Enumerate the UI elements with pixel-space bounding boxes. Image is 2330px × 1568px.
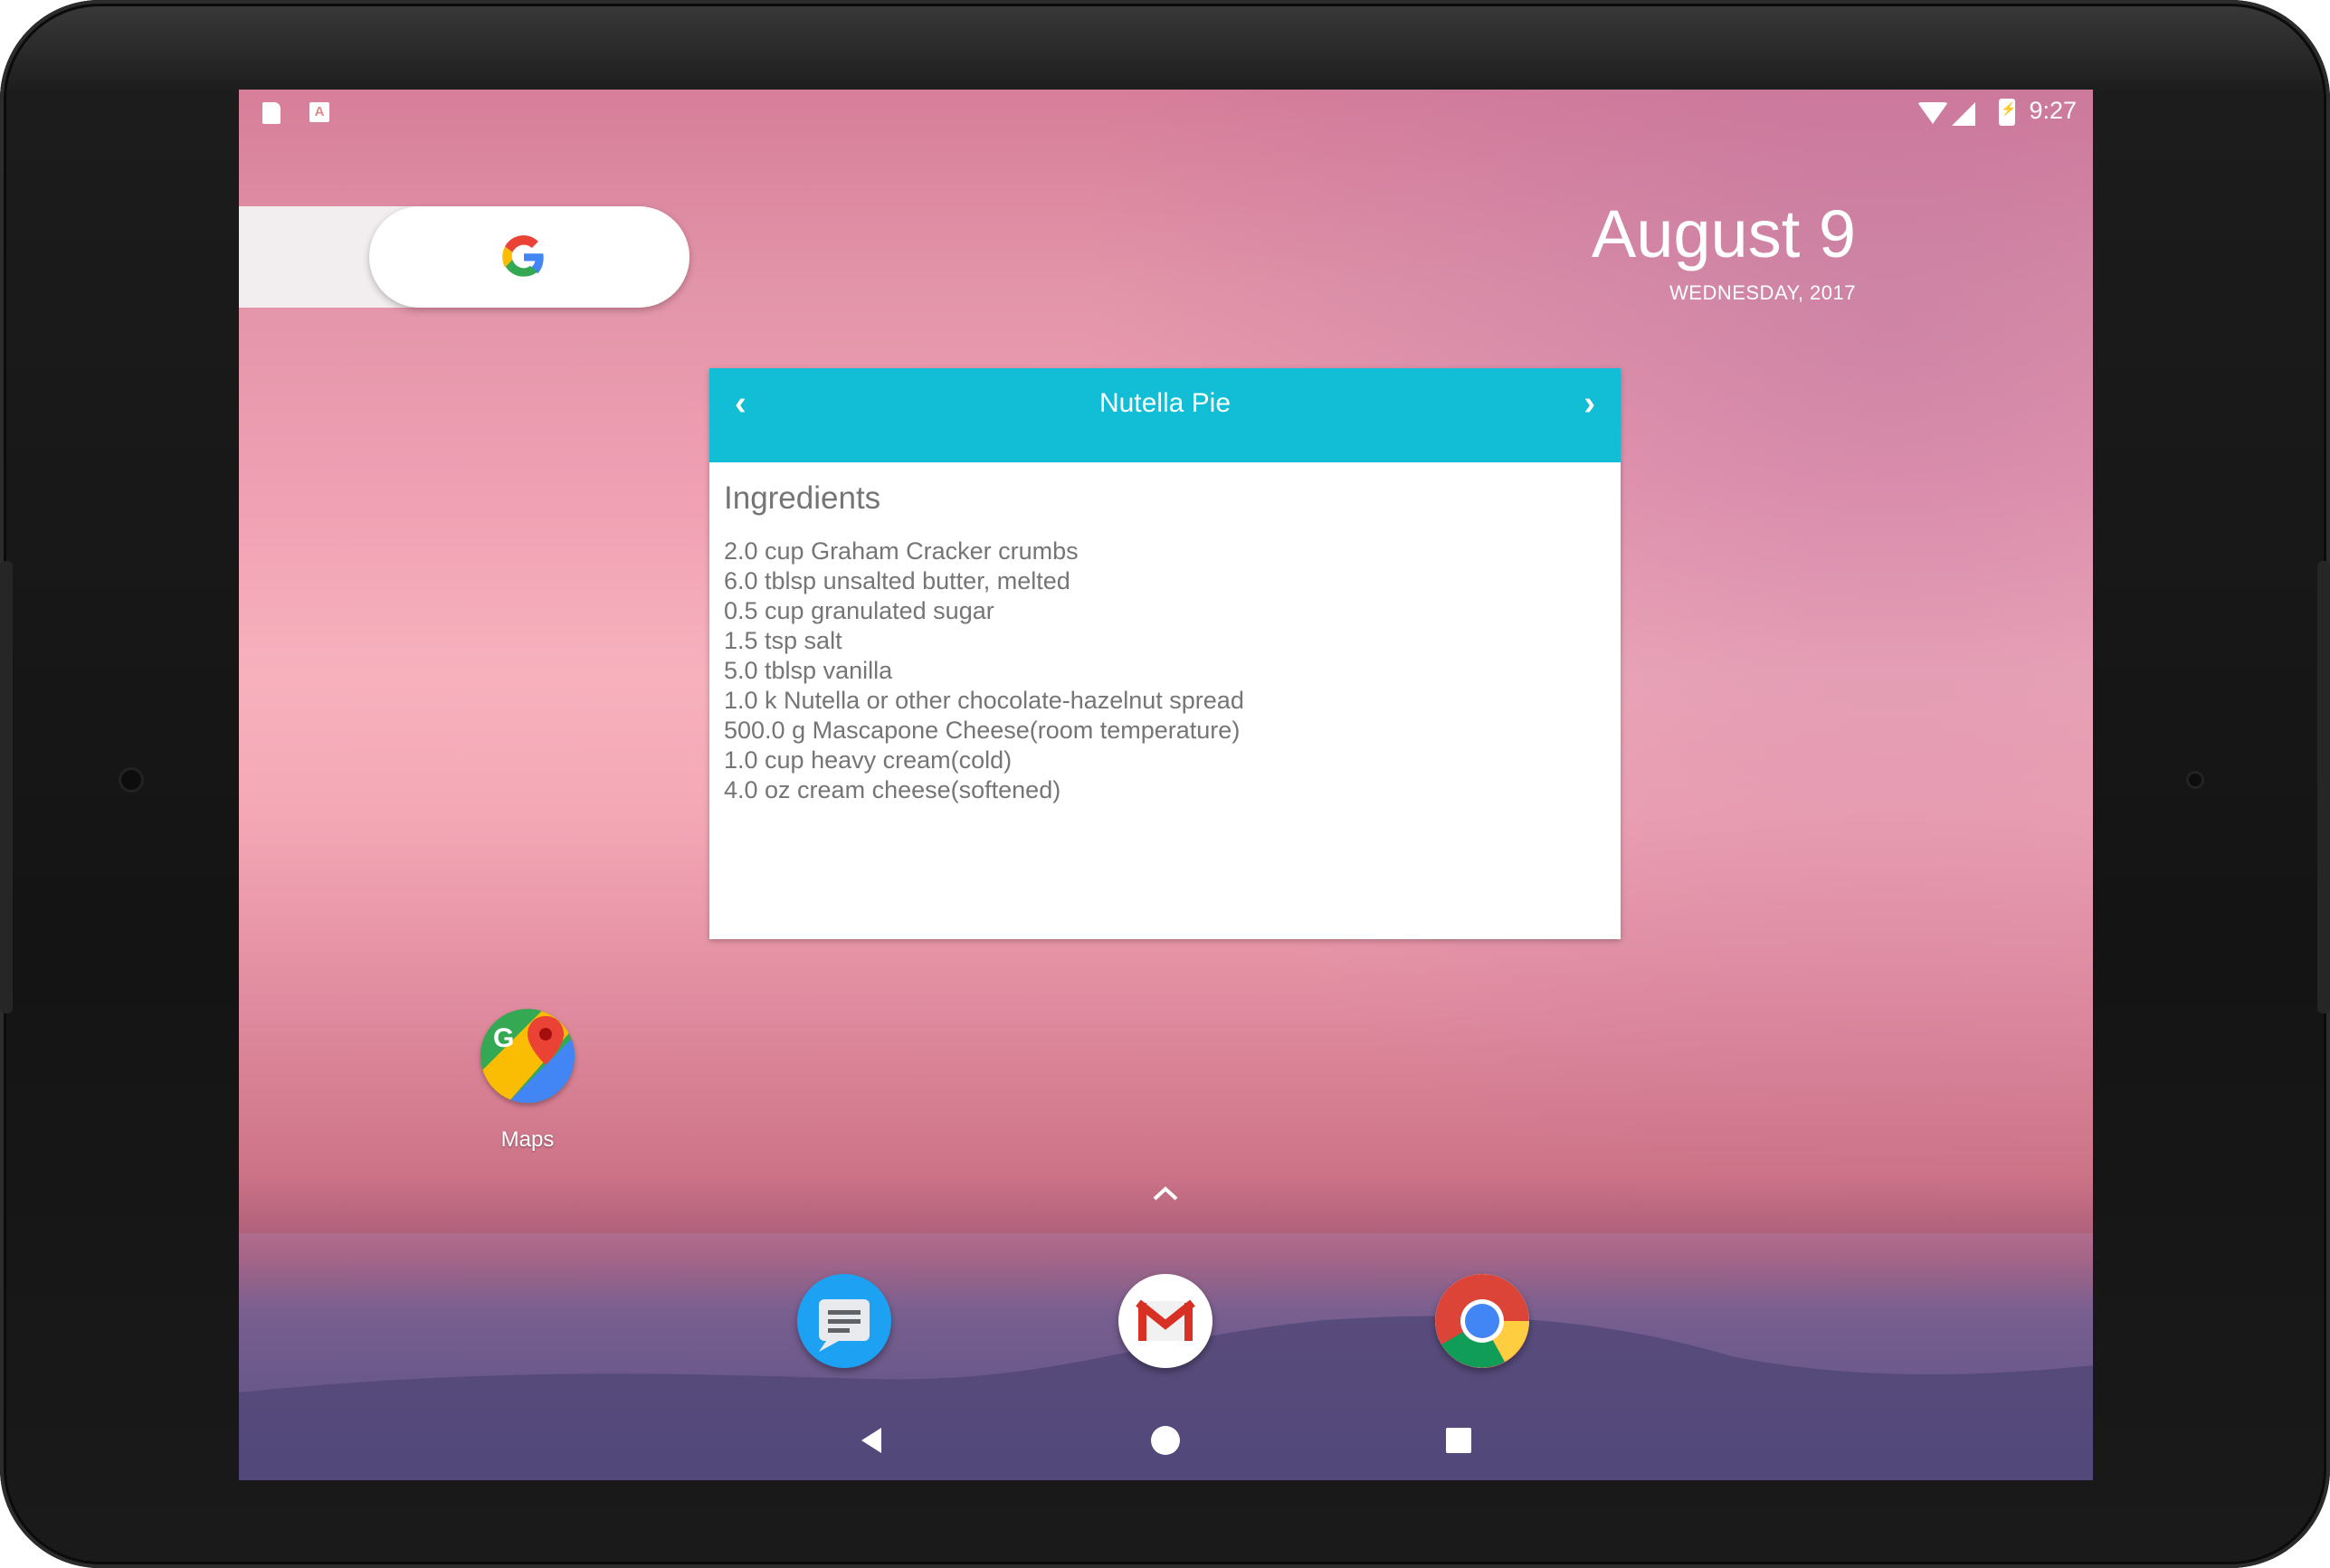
status-clock: 9:27 (2029, 97, 2077, 124)
messages-icon[interactable] (797, 1274, 891, 1368)
list-item: 1.5 tsp salt (724, 627, 842, 654)
all-apps-chevron-up-icon[interactable] (1147, 1183, 1184, 1204)
clock-widget-weekday[interactable]: WEDNESDAY, 2017 (1669, 281, 1856, 305)
list-item: 1.0 cup heavy cream(cold) (724, 746, 1013, 774)
light-sensor (2189, 774, 2202, 786)
clock-widget-date[interactable]: August 9 (1592, 195, 1856, 272)
svg-text:G: G (493, 1023, 514, 1053)
back-icon[interactable] (854, 1422, 890, 1459)
list-item: 4.0 oz cream cheese(softened) (724, 776, 1061, 803)
maps-icon[interactable]: G (480, 1009, 575, 1103)
home-icon[interactable] (1147, 1422, 1184, 1459)
sd-card-icon (262, 102, 281, 124)
side-speaker-left (0, 561, 13, 1013)
maps-logo-icon: G (480, 1009, 575, 1103)
list-item: 2.0 cup Graham Cracker crumbs (724, 537, 1079, 565)
list-item: 500.0 g Mascapone Cheese(room temperatur… (724, 717, 1241, 744)
front-camera (121, 770, 141, 790)
cell-signal-icon (1952, 102, 1975, 126)
home-screen: A 9:27 August 9 WEDNESDAY, 2017 ‹ Nutell… (239, 90, 2093, 1480)
status-bar: A 9:27 (239, 90, 2093, 135)
ingredients-list: 2.0 cup Graham Cracker crumbs 6.0 tblsp … (724, 537, 1244, 805)
battery-charging-icon (1999, 99, 2016, 126)
gmail-icon[interactable] (1118, 1274, 1213, 1368)
list-item: 0.5 cup granulated sugar (724, 597, 994, 624)
recipe-widget-header: ‹ Nutella Pie › (709, 368, 1621, 462)
recipe-widget: ‹ Nutella Pie › Ingredients 2.0 cup Grah… (709, 368, 1621, 939)
maps-label[interactable]: Maps (437, 1127, 618, 1153)
list-item: 6.0 tblsp unsalted butter, melted (724, 567, 1070, 594)
side-speaker-right (2317, 561, 2330, 1013)
recents-icon[interactable] (1441, 1422, 1477, 1459)
recipe-title: Nutella Pie (1098, 388, 1232, 418)
list-item: 1.0 k Nutella or other chocolate-hazelnu… (724, 687, 1244, 714)
google-g-icon (502, 235, 544, 277)
chrome-icon[interactable] (1435, 1274, 1529, 1368)
wifi-icon (1917, 102, 1948, 124)
ingredients-heading: Ingredients (724, 480, 881, 516)
google-search-bar[interactable] (369, 206, 689, 308)
list-item: 5.0 tblsp vanilla (724, 657, 893, 684)
next-recipe-button[interactable]: › (1583, 368, 1595, 439)
keyboard-notification-icon: A (309, 102, 329, 122)
